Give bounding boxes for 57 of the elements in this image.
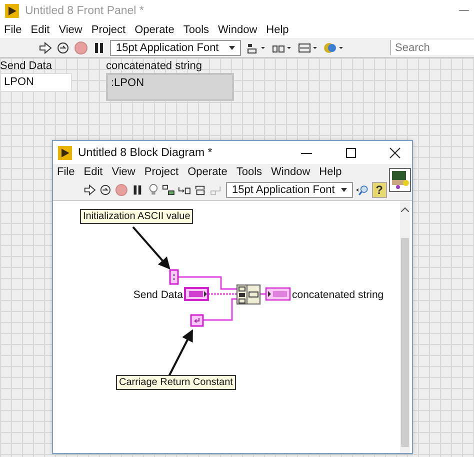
help-button[interactable]: ? [372, 182, 387, 198]
annotation-arrow [132, 226, 170, 270]
resize-objects-icon[interactable] [296, 40, 319, 54]
menu-item[interactable]: Edit [84, 166, 103, 178]
lightbulb-icon[interactable] [146, 183, 160, 197]
carriage-return-constant [190, 314, 204, 327]
string-control[interactable]: LPON [0, 73, 72, 92]
control-label: Send Data [0, 60, 53, 72]
wire [203, 298, 237, 321]
menu-item[interactable]: Operate [134, 24, 174, 36]
caret-icon [228, 46, 235, 50]
maximize-icon[interactable] [345, 146, 357, 158]
run-continuously-icon[interactable] [98, 183, 112, 197]
window-title: Untitled 8 Front Panel * [25, 5, 144, 17]
font-dropdown[interactable]: 15pt Application Font [110, 40, 241, 56]
run-arrow-icon[interactable] [38, 40, 52, 54]
menu-item[interactable]: Window [218, 24, 258, 36]
terminal-label: Send Data [133, 289, 183, 301]
menu-item[interactable]: Project [91, 24, 126, 36]
string-control-terminal [184, 287, 209, 301]
menu-item[interactable]: Project [144, 166, 179, 178]
menu-item[interactable]: Tools [183, 24, 210, 36]
pause-icon[interactable] [92, 40, 106, 54]
search-icon[interactable] [356, 183, 369, 197]
close-icon[interactable] [389, 146, 401, 158]
string-constant [169, 269, 179, 285]
scroll-up-icon[interactable] [401, 207, 409, 212]
terminal-label: concatenated string [292, 289, 384, 301]
scrollbar[interactable] [400, 201, 410, 453]
reorder-icon[interactable] [322, 40, 345, 54]
menu-item[interactable]: File [4, 24, 22, 36]
concatenate-strings-node [236, 284, 260, 304]
caret-icon [340, 188, 347, 192]
app-logo-icon [5, 4, 19, 18]
annotation-note: Carriage Return Constant [116, 375, 236, 390]
run-arrow-icon[interactable] [83, 183, 96, 197]
wire [178, 276, 237, 290]
menu-item[interactable]: Help [266, 24, 289, 36]
menu-item[interactable]: Tools [236, 166, 262, 178]
search-field[interactable]: Search [390, 40, 474, 55]
menu-item[interactable]: Help [319, 166, 342, 178]
window-title: Untitled 8 Block Diagram * [78, 146, 212, 158]
menu-item[interactable]: Operate [188, 166, 228, 178]
menu-item[interactable]: File [57, 166, 75, 178]
control-label: concatenated string [106, 60, 204, 72]
string-indicator-terminal [265, 287, 291, 301]
string-indicator: :LPON [106, 73, 234, 101]
menu-item[interactable]: View [112, 166, 136, 178]
wire [208, 293, 237, 295]
run-continuously-icon[interactable] [56, 40, 70, 54]
annotation-note: Initialization ASCII value [80, 209, 194, 224]
menu-item[interactable]: Edit [30, 24, 50, 36]
app-logo-icon [58, 146, 72, 160]
annotation-arrow [168, 329, 193, 376]
menu-item[interactable]: View [58, 24, 82, 36]
menu-item[interactable]: Window [271, 166, 310, 178]
font-dropdown[interactable]: 15pt Application Font [226, 182, 353, 198]
